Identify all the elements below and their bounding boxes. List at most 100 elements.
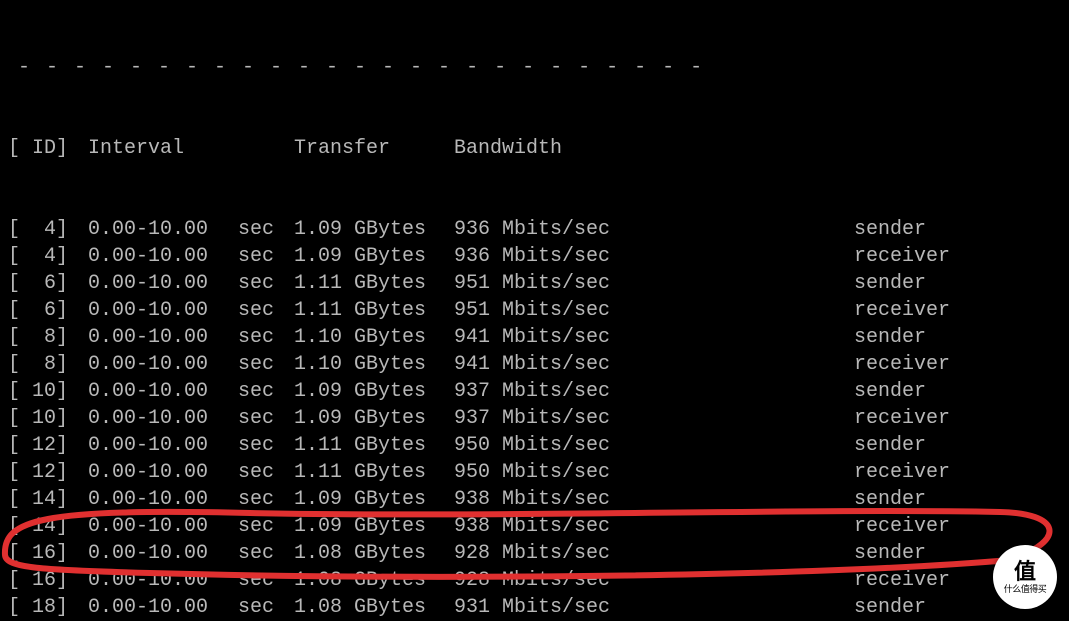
- row-interval: 0.00-10.00: [70, 567, 238, 594]
- table-row: [ 6]0.00-10.00sec1.11 GBytes951 Mbits/se…: [8, 270, 1069, 297]
- row-transfer: 1.09 GBytes: [294, 405, 454, 432]
- hdr-transfer: Transfer: [294, 135, 454, 162]
- row-unit: sec: [238, 567, 294, 594]
- row-bandwidth: 936 Mbits/sec: [454, 243, 704, 270]
- row-bandwidth: 931 Mbits/sec: [454, 594, 704, 621]
- row-interval: 0.00-10.00: [70, 459, 238, 486]
- table-row: [ 16]0.00-10.00sec1.08 GBytes928 Mbits/s…: [8, 540, 1069, 567]
- row-role: receiver: [704, 513, 950, 540]
- row-role: sender: [704, 378, 926, 405]
- row-role: receiver: [704, 351, 950, 378]
- hdr-interval: Interval: [70, 135, 238, 162]
- table-row: [ 10]0.00-10.00sec1.09 GBytes937 Mbits/s…: [8, 378, 1069, 405]
- row-unit: sec: [238, 540, 294, 567]
- terminal-output: - - - - - - - - - - - - - - - - - - - - …: [0, 0, 1069, 621]
- row-unit: sec: [238, 297, 294, 324]
- row-bandwidth: 951 Mbits/sec: [454, 297, 704, 324]
- row-bandwidth: 928 Mbits/sec: [454, 567, 704, 594]
- watermark-char: 值: [1014, 561, 1036, 583]
- row-interval: 0.00-10.00: [70, 270, 238, 297]
- row-interval: 0.00-10.00: [70, 540, 238, 567]
- row-transfer: 1.11 GBytes: [294, 297, 454, 324]
- row-transfer: 1.10 GBytes: [294, 324, 454, 351]
- row-unit: sec: [238, 324, 294, 351]
- table-row: [ 18]0.00-10.00sec1.08 GBytes931 Mbits/s…: [8, 594, 1069, 621]
- row-transfer: 1.08 GBytes: [294, 594, 454, 621]
- row-role: sender: [704, 216, 926, 243]
- row-id: [ 4]: [8, 243, 70, 270]
- row-bandwidth: 936 Mbits/sec: [454, 216, 704, 243]
- row-id: [ 16]: [8, 540, 70, 567]
- row-unit: sec: [238, 378, 294, 405]
- hdr-id: ID: [20, 135, 56, 162]
- row-transfer: 1.09 GBytes: [294, 243, 454, 270]
- row-unit: sec: [238, 351, 294, 378]
- row-transfer: 1.08 GBytes: [294, 540, 454, 567]
- row-bandwidth: 941 Mbits/sec: [454, 324, 704, 351]
- row-bandwidth: 951 Mbits/sec: [454, 270, 704, 297]
- row-bandwidth: 941 Mbits/sec: [454, 351, 704, 378]
- row-interval: 0.00-10.00: [70, 486, 238, 513]
- row-interval: 0.00-10.00: [70, 378, 238, 405]
- row-id: [ 8]: [8, 351, 70, 378]
- separator-line: - - - - - - - - - - - - - - - - - - - - …: [8, 54, 1069, 81]
- row-unit: sec: [238, 243, 294, 270]
- header-row: [ ID]IntervalTransferBandwidth: [8, 135, 1069, 162]
- row-role: receiver: [704, 297, 950, 324]
- row-interval: 0.00-10.00: [70, 216, 238, 243]
- row-id: [ 12]: [8, 459, 70, 486]
- row-transfer: 1.08 GBytes: [294, 567, 454, 594]
- row-id: [ 14]: [8, 486, 70, 513]
- table-row: [ 14]0.00-10.00sec1.09 GBytes938 Mbits/s…: [8, 513, 1069, 540]
- row-id: [ 14]: [8, 513, 70, 540]
- row-interval: 0.00-10.00: [70, 513, 238, 540]
- row-bandwidth: 928 Mbits/sec: [454, 540, 704, 567]
- row-role: sender: [704, 486, 926, 513]
- table-row: [ 4]0.00-10.00sec1.09 GBytes936 Mbits/se…: [8, 243, 1069, 270]
- watermark-text: 什么值得买: [1004, 585, 1047, 594]
- row-interval: 0.00-10.00: [70, 297, 238, 324]
- row-unit: sec: [238, 270, 294, 297]
- table-row: [ 4]0.00-10.00sec1.09 GBytes936 Mbits/se…: [8, 216, 1069, 243]
- row-unit: sec: [238, 486, 294, 513]
- table-row: [ 6]0.00-10.00sec1.11 GBytes951 Mbits/se…: [8, 297, 1069, 324]
- row-id: [ 16]: [8, 567, 70, 594]
- row-role: sender: [704, 270, 926, 297]
- row-id: [ 18]: [8, 594, 70, 621]
- smzdm-watermark: 值 什么值得买: [993, 545, 1057, 609]
- row-unit: sec: [238, 513, 294, 540]
- row-role: receiver: [704, 405, 950, 432]
- row-unit: sec: [238, 405, 294, 432]
- row-transfer: 1.11 GBytes: [294, 432, 454, 459]
- table-row: [ 16]0.00-10.00sec1.08 GBytes928 Mbits/s…: [8, 567, 1069, 594]
- row-role: sender: [704, 324, 926, 351]
- row-id: [ 4]: [8, 216, 70, 243]
- row-transfer: 1.09 GBytes: [294, 513, 454, 540]
- table-row: [ 12]0.00-10.00sec1.11 GBytes950 Mbits/s…: [8, 432, 1069, 459]
- row-interval: 0.00-10.00: [70, 594, 238, 621]
- row-role: receiver: [704, 459, 950, 486]
- row-transfer: 1.11 GBytes: [294, 270, 454, 297]
- row-id: [ 8]: [8, 324, 70, 351]
- row-unit: sec: [238, 432, 294, 459]
- row-bandwidth: 950 Mbits/sec: [454, 432, 704, 459]
- row-transfer: 1.09 GBytes: [294, 216, 454, 243]
- row-id: [ 6]: [8, 297, 70, 324]
- row-role: receiver: [704, 243, 950, 270]
- row-id: [ 12]: [8, 432, 70, 459]
- table-row: [ 8]0.00-10.00sec1.10 GBytes941 Mbits/se…: [8, 324, 1069, 351]
- row-id: [ 10]: [8, 405, 70, 432]
- table-row: [ 12]0.00-10.00sec1.11 GBytes950 Mbits/s…: [8, 459, 1069, 486]
- row-role: receiver: [704, 567, 950, 594]
- row-role: sender: [704, 594, 926, 621]
- row-bandwidth: 937 Mbits/sec: [454, 405, 704, 432]
- hdr-bandwidth: Bandwidth: [454, 135, 704, 162]
- row-interval: 0.00-10.00: [70, 243, 238, 270]
- row-transfer: 1.11 GBytes: [294, 459, 454, 486]
- table-row: [ 14]0.00-10.00sec1.09 GBytes938 Mbits/s…: [8, 486, 1069, 513]
- table-row: [ 10]0.00-10.00sec1.09 GBytes937 Mbits/s…: [8, 405, 1069, 432]
- row-id: [ 6]: [8, 270, 70, 297]
- row-unit: sec: [238, 594, 294, 621]
- row-transfer: 1.10 GBytes: [294, 351, 454, 378]
- row-interval: 0.00-10.00: [70, 351, 238, 378]
